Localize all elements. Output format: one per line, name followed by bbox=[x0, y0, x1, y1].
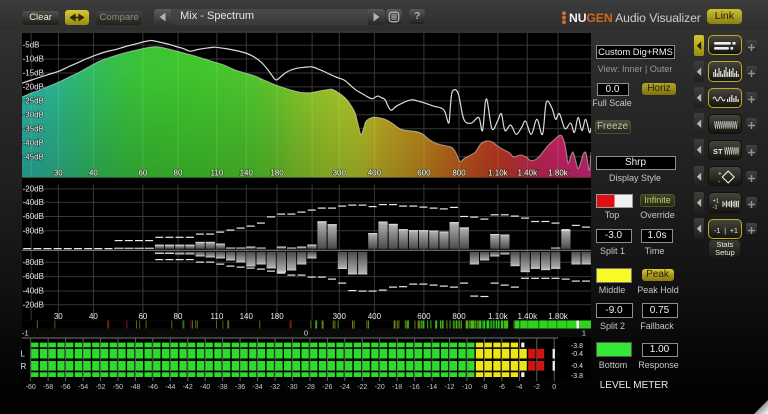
svg-text:-45dB: -45dB bbox=[23, 152, 44, 161]
svg-text:-1: -1 bbox=[22, 328, 29, 337]
svg-text:-58: -58 bbox=[43, 384, 53, 391]
svg-text:-30dB: -30dB bbox=[23, 110, 44, 119]
svg-text:-44: -44 bbox=[165, 384, 175, 391]
svg-text:-32: -32 bbox=[270, 384, 280, 391]
svg-text:-10: -10 bbox=[462, 384, 472, 391]
svg-text:600: 600 bbox=[417, 169, 431, 178]
svg-text:-28: -28 bbox=[305, 384, 315, 391]
svg-text:-60: -60 bbox=[26, 384, 36, 391]
svg-text:0: 0 bbox=[304, 329, 308, 338]
svg-text:80: 80 bbox=[174, 169, 183, 178]
svg-text:-50: -50 bbox=[113, 384, 123, 391]
svg-text:-80dB: -80dB bbox=[23, 226, 44, 235]
svg-text:300: 300 bbox=[333, 169, 347, 178]
svg-text:-30: -30 bbox=[287, 384, 297, 391]
svg-text:-10dB: -10dB bbox=[23, 55, 44, 64]
svg-text:-1: -1 bbox=[712, 205, 717, 211]
svg-text:-5dB: -5dB bbox=[23, 41, 40, 50]
svg-text:-60dB: -60dB bbox=[23, 272, 44, 281]
svg-text:-25dB: -25dB bbox=[23, 97, 44, 106]
svg-text:+: + bbox=[718, 171, 722, 178]
svg-text:-22: -22 bbox=[357, 384, 367, 391]
svg-text:-38: -38 bbox=[218, 384, 228, 391]
svg-text:-20dB: -20dB bbox=[23, 184, 44, 193]
svg-text:-4: -4 bbox=[516, 384, 522, 391]
svg-text:800: 800 bbox=[452, 169, 466, 178]
svg-text:-: - bbox=[718, 179, 720, 186]
svg-text:180: 180 bbox=[270, 169, 284, 178]
svg-text:-3.8: -3.8 bbox=[571, 343, 583, 350]
svg-text:-26: -26 bbox=[322, 384, 332, 391]
svg-text:-56: -56 bbox=[61, 384, 71, 391]
svg-text:-46: -46 bbox=[148, 384, 158, 391]
svg-text:L: L bbox=[21, 350, 26, 359]
svg-text:0: 0 bbox=[552, 384, 556, 391]
svg-text:-40dB: -40dB bbox=[23, 138, 44, 147]
svg-text:-40: -40 bbox=[200, 384, 210, 391]
svg-text:400: 400 bbox=[368, 169, 382, 178]
svg-text:60: 60 bbox=[138, 169, 147, 178]
svg-text:-16: -16 bbox=[410, 384, 420, 391]
svg-text:-15dB: -15dB bbox=[23, 69, 44, 78]
svg-text:-6: -6 bbox=[499, 384, 505, 391]
svg-text:-12: -12 bbox=[444, 384, 454, 391]
svg-text:1.10k: 1.10k bbox=[488, 169, 509, 178]
svg-text:1.80k: 1.80k bbox=[548, 169, 569, 178]
svg-text:-24: -24 bbox=[340, 384, 350, 391]
svg-text:-20dB: -20dB bbox=[23, 83, 44, 92]
svg-text:-48: -48 bbox=[130, 384, 140, 391]
svg-text:-35dB: -35dB bbox=[23, 124, 44, 133]
svg-text:110: 110 bbox=[211, 169, 224, 178]
svg-text:-8: -8 bbox=[481, 384, 487, 391]
svg-text:30: 30 bbox=[54, 169, 63, 178]
svg-text:140: 140 bbox=[240, 169, 254, 178]
svg-text:-60dB: -60dB bbox=[23, 212, 44, 221]
svg-text:-52: -52 bbox=[95, 384, 105, 391]
svg-text:-34: -34 bbox=[252, 384, 262, 391]
svg-text:R: R bbox=[21, 362, 27, 371]
svg-text:-40dB: -40dB bbox=[23, 197, 44, 206]
svg-text:-36: -36 bbox=[235, 384, 245, 391]
svg-text:-80dB: -80dB bbox=[23, 257, 44, 266]
svg-text:-20dB: -20dB bbox=[23, 300, 44, 309]
svg-text:-40dB: -40dB bbox=[23, 286, 44, 295]
svg-text:-54: -54 bbox=[78, 384, 88, 391]
svg-text:1.40k: 1.40k bbox=[518, 169, 539, 178]
svg-text:-14: -14 bbox=[427, 384, 437, 391]
svg-text:-0.4: -0.4 bbox=[571, 351, 583, 358]
svg-text:-1 | +1: -1 | +1 bbox=[714, 228, 738, 235]
svg-text:40: 40 bbox=[89, 169, 98, 178]
svg-text:-20: -20 bbox=[375, 384, 385, 391]
svg-text:-2: -2 bbox=[534, 384, 540, 391]
svg-text:-42: -42 bbox=[183, 384, 193, 391]
svg-text:-18: -18 bbox=[392, 384, 402, 391]
svg-text:ST: ST bbox=[713, 147, 723, 156]
